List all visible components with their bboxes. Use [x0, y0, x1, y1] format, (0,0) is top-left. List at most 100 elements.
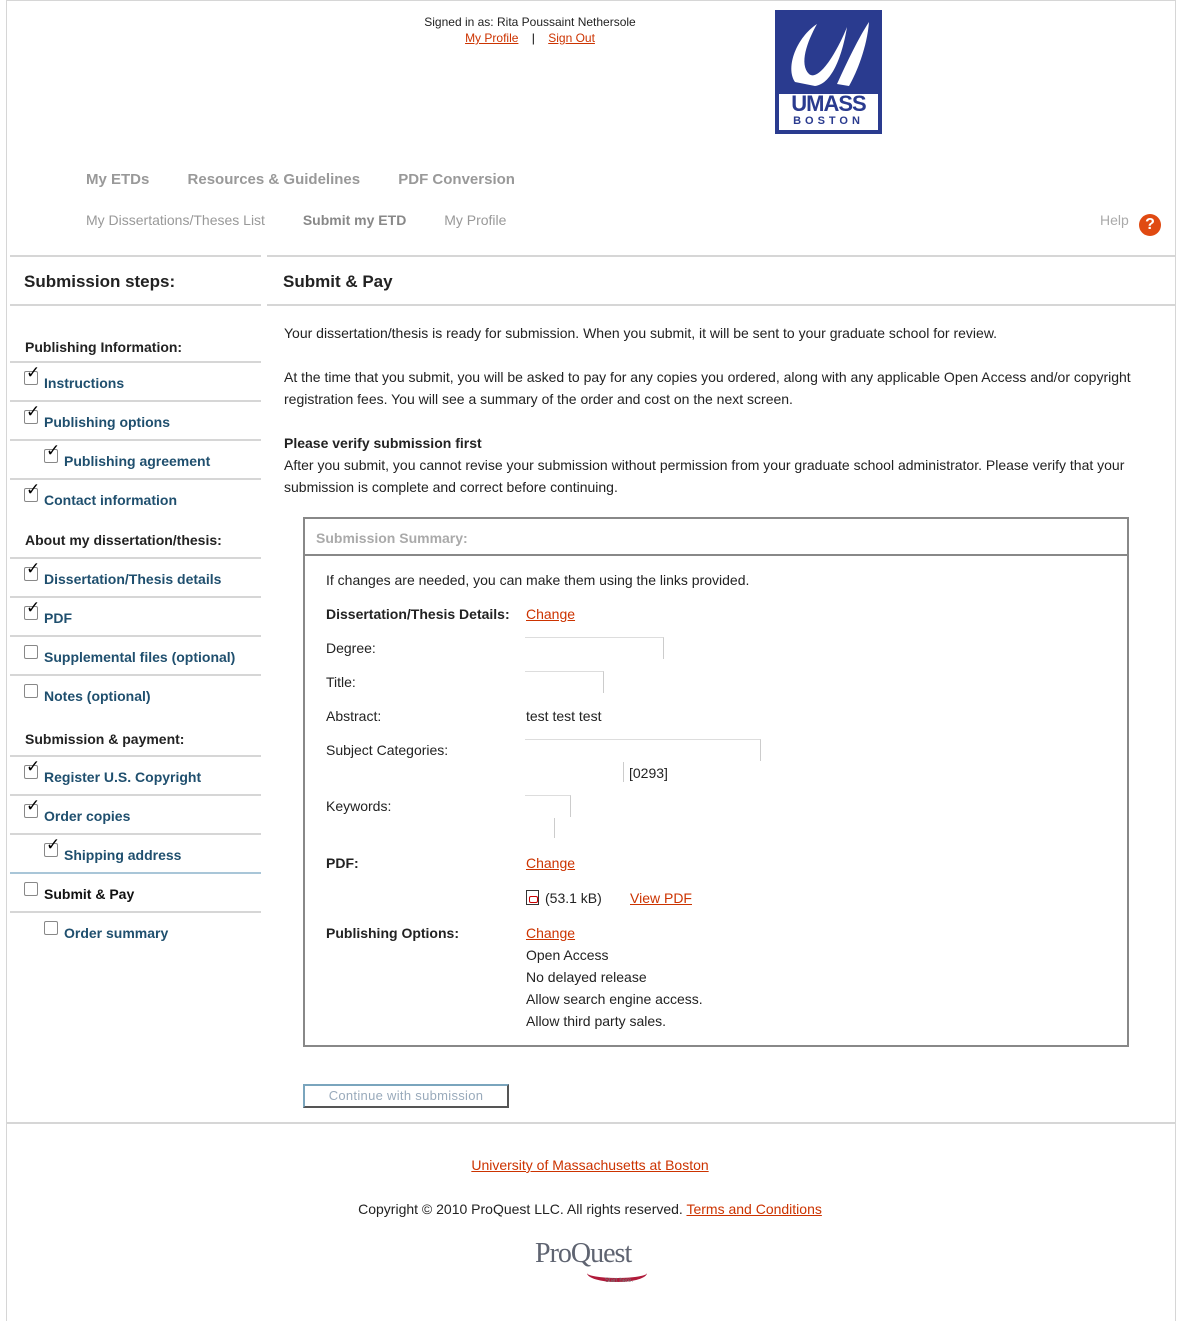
proquest-logo[interactable]: ProQuest Start here.	[535, 1238, 665, 1298]
summary-heading: Submission Summary:	[305, 519, 1127, 556]
sign-out-link[interactable]: Sign Out	[548, 31, 595, 45]
continue-submission-button[interactable]: Continue with submission	[303, 1084, 509, 1108]
help-icon[interactable]: ?	[1139, 214, 1161, 236]
checkbox-checked-icon	[24, 402, 40, 424]
pdf-file-info: (53.1 kB)	[526, 890, 602, 906]
my-profile-link[interactable]: My Profile	[465, 31, 518, 45]
step-label[interactable]: Publishing agreement	[64, 453, 210, 469]
terms-link[interactable]: Terms and Conditions	[686, 1201, 821, 1217]
change-details-link[interactable]: Change	[526, 606, 575, 622]
degree-label: Degree:	[326, 640, 376, 656]
step-dissertation-details[interactable]: Dissertation/Thesis details	[10, 559, 261, 598]
verify-section: Please verify submission first After you…	[284, 432, 1154, 498]
title-label: Title:	[326, 674, 356, 690]
change-pdf-link[interactable]: Change	[526, 855, 575, 871]
step-order-summary[interactable]: Order summary	[10, 913, 261, 952]
publishing-option-item: No delayed release	[526, 969, 647, 985]
step-label[interactable]: Shipping address	[64, 847, 181, 863]
abstract-label: Abstract:	[326, 708, 382, 724]
step-label[interactable]: Dissertation/Thesis details	[44, 571, 221, 587]
publishing-option-item: Allow search engine access.	[526, 991, 703, 1007]
footer-divider	[6, 1122, 1176, 1124]
submission-steps-sidebar: Submission steps: Publishing Information…	[10, 255, 261, 952]
checkbox-empty-icon	[24, 882, 38, 896]
step-submit-pay[interactable]: Submit & Pay	[10, 874, 261, 913]
checkbox-checked-icon	[24, 363, 40, 385]
nav-my-etds[interactable]: My ETDs	[86, 171, 149, 188]
intro-paragraph: Your dissertation/thesis is ready for su…	[284, 325, 998, 341]
subject-categories-label: Subject Categories:	[326, 742, 449, 758]
step-order-copies[interactable]: Order copies	[10, 796, 261, 835]
verify-heading: Please verify submission first	[284, 435, 482, 451]
step-label[interactable]: Instructions	[44, 375, 124, 391]
details-label: Dissertation/Thesis Details:	[326, 606, 510, 622]
pdf-size: (53.1 kB)	[545, 890, 602, 906]
checkbox-empty-icon	[24, 684, 38, 698]
checkbox-empty-icon	[44, 921, 58, 935]
degree-value-empty	[525, 637, 664, 659]
footer-university: University of Massachusetts at Boston	[0, 1157, 1180, 1173]
proquest-tagline: Start here.	[605, 1278, 634, 1284]
summary-intro: If changes are needed, you can make them…	[326, 572, 750, 588]
step-shipping-address[interactable]: Shipping address	[10, 835, 261, 874]
step-label[interactable]: Contact information	[44, 492, 177, 508]
verify-text: After you submit, you cannot revise your…	[284, 457, 1125, 495]
group-title-submission: Submission & payment:	[25, 731, 185, 747]
checkbox-checked-icon	[24, 796, 40, 818]
nav-my-dissertations-list[interactable]: My Dissertations/Theses List	[86, 212, 265, 228]
checkbox-checked-icon	[24, 480, 40, 502]
help-link[interactable]: Help	[1100, 212, 1129, 228]
user-name: Rita Poussaint Nethersole	[496, 15, 636, 29]
abstract-value: test test test	[526, 708, 602, 724]
payment-paragraph: At the time that you submit, you will be…	[284, 369, 1131, 407]
step-label[interactable]: Notes (optional)	[44, 688, 151, 704]
checkbox-checked-icon	[24, 757, 40, 779]
primary-nav: My ETDs Resources & Guidelines PDF Conve…	[86, 171, 549, 188]
change-publishing-link[interactable]: Change	[526, 925, 575, 941]
group-title-publishing: Publishing Information:	[25, 339, 183, 355]
step-publishing-agreement[interactable]: Publishing agreement	[10, 441, 261, 480]
step-label[interactable]: Order copies	[44, 808, 130, 824]
publishing-option-item: Open Access	[526, 947, 609, 963]
step-register-copyright[interactable]: Register U.S. Copyright	[10, 757, 261, 796]
nav-pdf-conversion[interactable]: PDF Conversion	[398, 171, 515, 188]
main-content: Submit & Pay Your dissertation/thesis is…	[267, 255, 1175, 495]
step-pdf[interactable]: PDF	[10, 598, 261, 637]
subject-code: [0293]	[629, 765, 668, 781]
step-supplemental-files[interactable]: Supplemental files (optional)	[10, 637, 261, 676]
page-title: Submit & Pay	[267, 255, 1175, 306]
publishing-options-label: Publishing Options:	[326, 925, 459, 941]
step-publishing-options[interactable]: Publishing options	[10, 402, 261, 441]
signed-in-info: Signed in as: Rita Poussaint Nethersole …	[400, 15, 660, 45]
step-label[interactable]: Publishing options	[44, 414, 170, 430]
submission-summary-box: Submission Summary: If changes are neede…	[303, 517, 1129, 1047]
separator: |	[531, 31, 535, 45]
checkbox-checked-icon	[24, 559, 40, 581]
logo-wordmark: UMASS BOSTON	[779, 93, 878, 130]
secondary-nav: My Dissertations/Theses List Submit my E…	[86, 212, 540, 228]
step-label[interactable]: PDF	[44, 610, 72, 626]
sidebar-title: Submission steps:	[10, 255, 261, 306]
view-pdf-link[interactable]: View PDF	[630, 890, 692, 906]
checkbox-empty-icon	[24, 645, 38, 659]
subject-value-empty	[525, 739, 761, 761]
university-link[interactable]: University of Massachusetts at Boston	[471, 1157, 708, 1173]
step-label-current: Submit & Pay	[44, 886, 135, 902]
copyright-text: Copyright © 2010 ProQuest LLC. All right…	[358, 1201, 683, 1217]
group-title-about: About my dissertation/thesis:	[25, 532, 222, 548]
step-label[interactable]: Supplemental files (optional)	[44, 649, 235, 665]
step-label[interactable]: Order summary	[64, 925, 168, 941]
pdf-label: PDF:	[326, 855, 359, 871]
signed-in-prefix: Signed in as:	[424, 15, 494, 29]
copyright-line: Copyright © 2010 ProQuest LLC. All right…	[0, 1201, 1180, 1217]
step-notes[interactable]: Notes (optional)	[10, 676, 261, 715]
checkbox-checked-icon	[24, 598, 40, 620]
step-label[interactable]: Register U.S. Copyright	[44, 769, 201, 785]
nav-my-profile[interactable]: My Profile	[444, 212, 506, 228]
nav-resources-guidelines[interactable]: Resources & Guidelines	[188, 171, 361, 188]
step-instructions[interactable]: Instructions	[10, 363, 261, 402]
step-contact-information[interactable]: Contact information	[10, 480, 261, 519]
keywords-value-empty	[525, 795, 571, 817]
umass-boston-logo[interactable]: UMASS BOSTON	[775, 10, 882, 134]
nav-submit-my-etd[interactable]: Submit my ETD	[303, 212, 406, 228]
